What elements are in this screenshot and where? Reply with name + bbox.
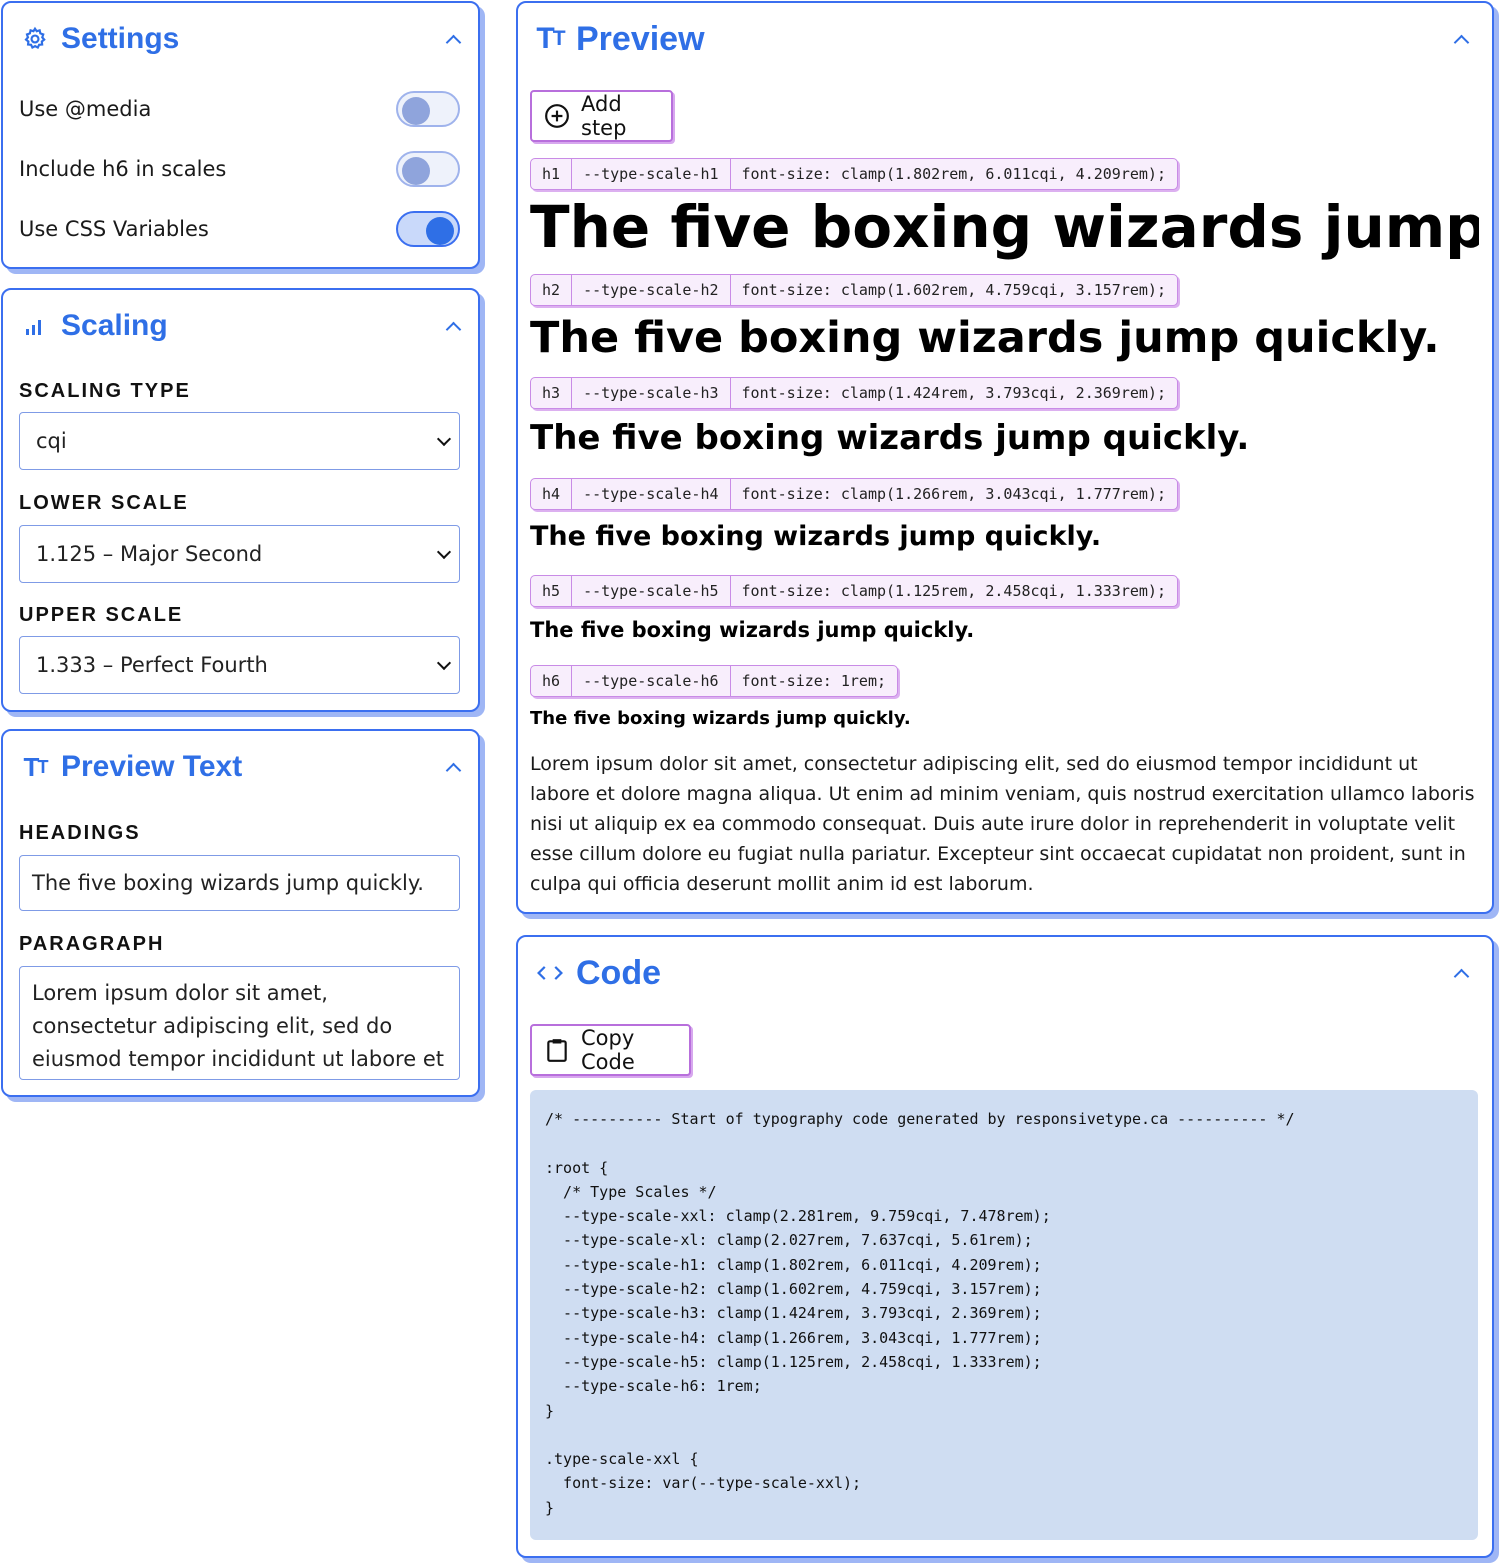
copy-code-button[interactable]: Copy Code (530, 1024, 691, 1076)
scaling-type-select[interactable]: cqi (19, 412, 460, 470)
step-tag: h1 (531, 159, 573, 189)
toggle-label: Use CSS Variables (19, 217, 209, 241)
step-chip-h2: h2 --type-scale-h2 font-size: clamp(1.60… (530, 274, 1178, 306)
step-var: --type-scale-h1 (572, 159, 731, 189)
step-chip-h1: h1 --type-scale-h1 font-size: clamp(1.80… (530, 158, 1178, 190)
step-tag: h3 (531, 378, 573, 408)
toggle-label: Include h6 in scales (19, 157, 227, 181)
step-tag: h2 (531, 275, 573, 305)
step-var: --type-scale-h6 (572, 666, 731, 696)
bars-icon (21, 312, 49, 340)
select-value: 1.333 – Perfect Fourth (36, 653, 268, 677)
text-size-icon: TT (536, 22, 565, 55)
settings-header[interactable]: Settings (21, 17, 460, 61)
step-var: --type-scale-h3 (572, 378, 731, 408)
chevron-down-icon (436, 655, 452, 671)
chevron-up-icon[interactable] (1454, 968, 1468, 982)
code-block[interactable]: /* ---------- Start of typography code g… (530, 1090, 1478, 1540)
toggle-row-h6: Include h6 in scales (19, 149, 460, 189)
step-rule: font-size: clamp(1.125rem, 2.458cqi, 1.3… (741, 582, 1166, 600)
code-icon (536, 959, 564, 987)
preview-text-header[interactable]: TT Preview Text (21, 745, 460, 789)
copy-code-label: Copy Code (581, 1026, 635, 1074)
text-size-icon: TT (23, 751, 49, 782)
upper-scale-label: UPPER SCALE (19, 604, 184, 626)
upper-scale-select[interactable]: 1.333 – Perfect Fourth (19, 636, 460, 694)
step-rule: font-size: 1rem; (741, 672, 887, 690)
sample-h5: The five boxing wizards jump quickly. (530, 618, 975, 642)
sample-h4: The five boxing wizards jump quickly. (530, 521, 1102, 552)
settings-panel: Settings Use @media Include h6 in scales… (1, 1, 480, 269)
plus-circle-icon (544, 103, 570, 129)
preview-text-title: Preview Text (61, 750, 243, 783)
chevron-up-icon[interactable] (446, 34, 460, 48)
select-value: 1.125 – Major Second (36, 542, 263, 566)
toggle-knob (426, 217, 454, 245)
step-tag: h5 (531, 576, 573, 606)
step-rule: font-size: clamp(1.602rem, 4.759cqi, 3.1… (741, 281, 1166, 299)
add-step-button[interactable]: Add step (530, 90, 673, 142)
toggle-knob (402, 157, 430, 185)
sample-h1: The five boxing wizards jump quickly. (530, 194, 1479, 260)
step-tag: h4 (531, 479, 573, 509)
sample-paragraph: Lorem ipsum dolor sit amet, consectetur … (530, 753, 1475, 895)
scaling-panel: Scaling SCALING TYPE cqi LOWER SCALE 1.1… (1, 288, 480, 712)
toggle-row-css-vars: Use CSS Variables (19, 209, 460, 249)
headings-input[interactable]: The five boxing wizards jump quickly. (19, 855, 460, 911)
step-rule: font-size: clamp(1.266rem, 3.043cqi, 1.7… (741, 485, 1166, 503)
toggle-label: Use @media (19, 97, 152, 121)
clipboard-icon (544, 1037, 570, 1063)
lower-scale-select[interactable]: 1.125 – Major Second (19, 525, 460, 583)
step-rule: font-size: clamp(1.802rem, 6.011cqi, 4.2… (741, 165, 1166, 183)
toggle-knob (402, 97, 430, 125)
sample-h3: The five boxing wizards jump quickly. (530, 418, 1250, 458)
step-chip-h3: h3 --type-scale-h3 font-size: clamp(1.42… (530, 377, 1178, 409)
select-value: cqi (36, 429, 67, 453)
chevron-down-icon (436, 544, 452, 560)
step-chip-h5: h5 --type-scale-h5 font-size: clamp(1.12… (530, 575, 1178, 607)
chevron-up-icon[interactable] (1454, 34, 1468, 48)
chevron-up-icon[interactable] (446, 321, 460, 335)
step-var: --type-scale-h4 (572, 479, 731, 509)
gear-icon (21, 25, 49, 53)
scaling-type-label: SCALING TYPE (19, 380, 191, 402)
lower-scale-label: LOWER SCALE (19, 492, 189, 514)
chevron-down-icon (436, 431, 452, 447)
preview-text-panel: TT Preview Text HEADINGS The five boxing… (1, 729, 480, 1097)
step-tag: h6 (531, 666, 573, 696)
step-var: --type-scale-h5 (572, 576, 731, 606)
headings-label: HEADINGS (19, 822, 141, 844)
chevron-up-icon[interactable] (446, 762, 460, 776)
sample-h6: The five boxing wizards jump quickly. (530, 708, 911, 729)
use-css-variables-toggle[interactable] (396, 211, 460, 247)
include-h6-toggle[interactable] (396, 151, 460, 187)
paragraph-textarea[interactable]: Lorem ipsum dolor sit amet, consectetur … (19, 966, 460, 1080)
settings-title: Settings (61, 22, 180, 55)
paragraph-label: PARAGRAPH (19, 933, 165, 955)
toggle-row-media: Use @media (19, 89, 460, 129)
step-chip-h4: h4 --type-scale-h4 font-size: clamp(1.26… (530, 478, 1178, 510)
step-rule: font-size: clamp(1.424rem, 3.793cqi, 2.3… (741, 384, 1166, 402)
step-var: --type-scale-h2 (572, 275, 731, 305)
sample-h2: The five boxing wizards jump quickly. (530, 313, 1440, 363)
add-step-label: Add step (581, 92, 627, 140)
preview-title: Preview (576, 19, 705, 58)
code-title: Code (576, 953, 661, 992)
scaling-header[interactable]: Scaling (21, 304, 460, 348)
step-chip-h6: h6 --type-scale-h6 font-size: 1rem; (530, 665, 899, 697)
preview-header[interactable]: TT Preview (536, 17, 1474, 61)
code-header[interactable]: Code (536, 951, 1474, 995)
scaling-title: Scaling (61, 309, 168, 342)
use-media-toggle[interactable] (396, 91, 460, 127)
